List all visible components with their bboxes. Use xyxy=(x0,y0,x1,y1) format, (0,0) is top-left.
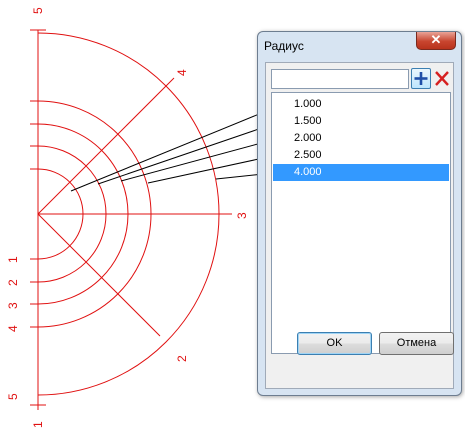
list-item[interactable]: 1.500 xyxy=(273,113,449,130)
list-item[interactable]: 2.500 xyxy=(273,147,449,164)
list-item[interactable]: 2.000 xyxy=(273,130,449,147)
add-radius-button[interactable] xyxy=(411,68,431,89)
ring-label-3: 3 xyxy=(6,302,20,309)
axis-label-diagonal-down: 2 xyxy=(175,355,189,362)
close-button[interactable]: ✕ xyxy=(416,32,456,50)
radius-input[interactable] xyxy=(271,69,409,89)
plus-icon xyxy=(414,72,428,85)
ring-label-5: 5 xyxy=(6,393,20,400)
ring-label-1: 1 xyxy=(6,256,20,263)
ring-label-2: 2 xyxy=(6,279,20,286)
cancel-button[interactable]: Отмена xyxy=(379,332,454,355)
axis-label-bottom: 1 xyxy=(31,421,45,428)
axis-label-top: 5 xyxy=(31,7,45,14)
ring-label-4: 4 xyxy=(6,325,20,332)
diagonal-axis-down xyxy=(37,213,161,337)
ok-button[interactable]: OK xyxy=(297,332,372,355)
radius-list[interactable]: 1.000 1.500 2.000 2.500 4.000 xyxy=(271,92,451,354)
delete-radius-button[interactable] xyxy=(433,68,451,89)
delete-icon xyxy=(435,71,449,86)
diagonal-axis-up xyxy=(37,77,175,215)
dialog-title: Радиус xyxy=(264,39,304,53)
list-item[interactable]: 1.000 xyxy=(273,96,449,113)
axis-label-right: 3 xyxy=(235,212,249,219)
axis-label-diagonal-up: 4 xyxy=(175,69,189,76)
list-item-selected[interactable]: 4.000 xyxy=(273,164,449,181)
